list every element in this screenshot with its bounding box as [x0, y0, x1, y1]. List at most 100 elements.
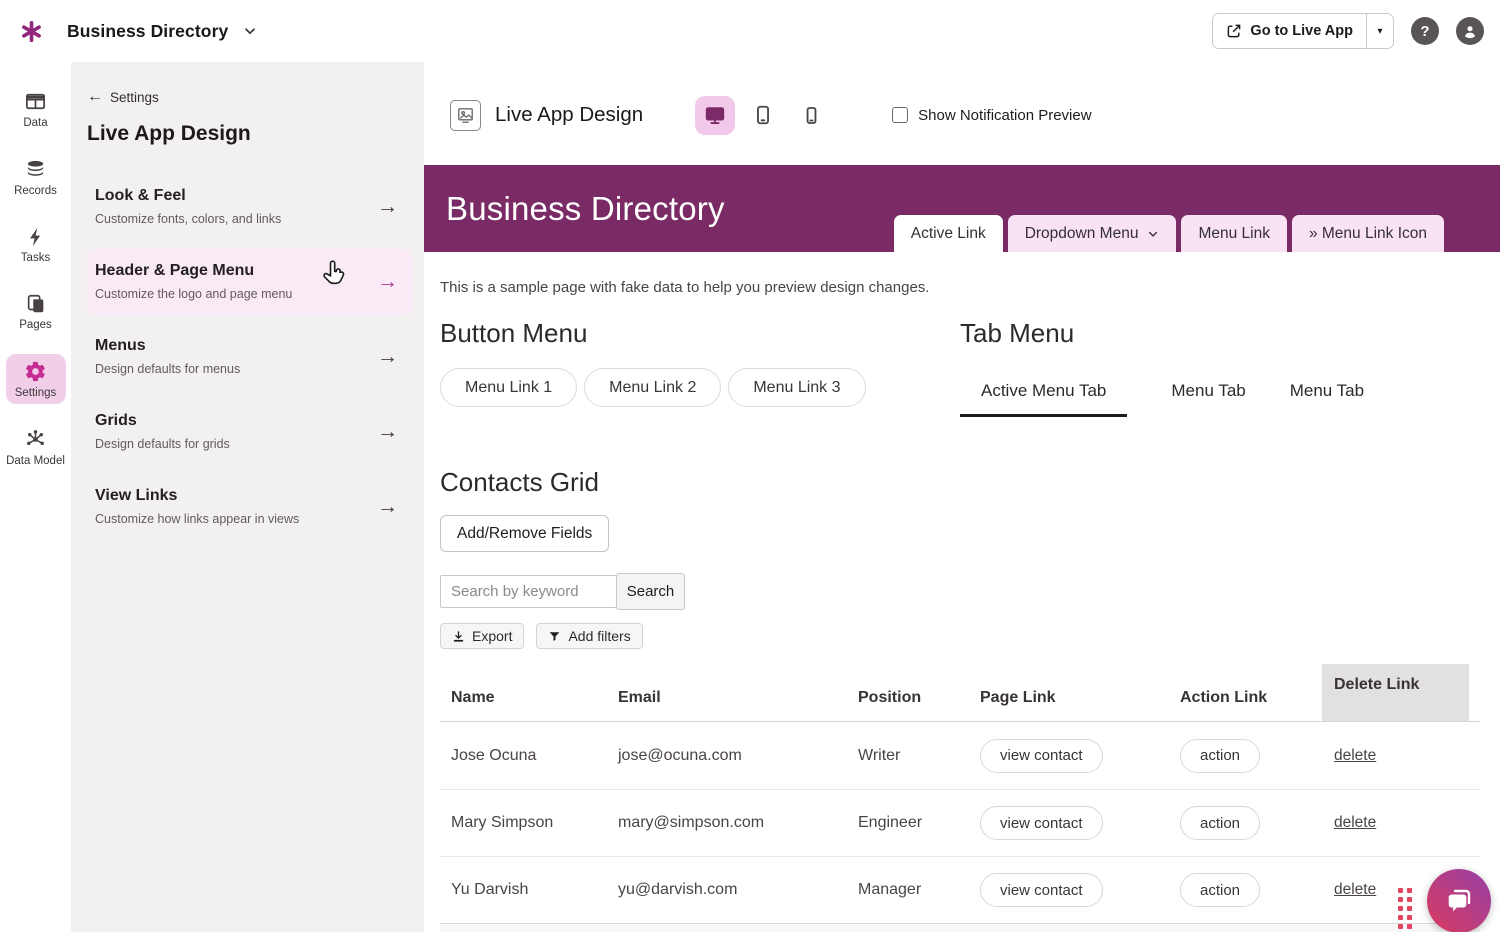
cell-name: Yu Darvish [440, 881, 618, 899]
panel-item-title: Header & Page Menu [95, 262, 292, 280]
delete-link[interactable]: delete [1334, 881, 1376, 898]
menu-link-3-button[interactable]: Menu Link 3 [728, 368, 865, 407]
sidebar-item-label: Settings [15, 387, 57, 399]
device-phone-button[interactable] [791, 96, 831, 135]
action-button[interactable]: action [1180, 806, 1260, 840]
sidebar-item-tasks[interactable]: Tasks [6, 220, 66, 269]
external-link-icon [1226, 23, 1242, 39]
panel-item-header-page-menu[interactable]: Header & Page Menu Customize the logo an… [87, 249, 412, 315]
widget-drag-handle[interactable] [1398, 888, 1412, 929]
sidebar-item-pages[interactable]: Pages [6, 287, 66, 336]
cell-name: Jose Ocuna [440, 747, 618, 765]
menu-link-2-button[interactable]: Menu Link 2 [584, 368, 721, 407]
preview-tab-menu-link-icon[interactable]: » Menu Link Icon [1292, 215, 1444, 252]
panel-item-look-and-feel[interactable]: Look & Feel Customize fonts, colors, and… [87, 174, 412, 240]
panel-item-menus[interactable]: Menus Design defaults for menus → [87, 324, 412, 390]
cell-position: Manager [858, 881, 980, 899]
tab-menu-title: Tab Menu [960, 318, 1408, 349]
export-label: Export [472, 628, 512, 644]
filter-icon [548, 630, 561, 643]
sidebar-item-data[interactable]: Data [6, 84, 66, 134]
menu-tab[interactable]: Menu Tab [1290, 381, 1364, 417]
panel-item-subtitle: Design defaults for menus [95, 362, 240, 376]
preview-image-icon [450, 100, 481, 131]
panel-item-subtitle: Customize fonts, colors, and links [95, 212, 281, 226]
chat-widget-button[interactable] [1427, 869, 1491, 932]
column-header-email: Email [618, 664, 858, 721]
preview-tab-active-link[interactable]: Active Link [894, 215, 1003, 252]
panel-item-subtitle: Customize the logo and page menu [95, 287, 292, 301]
panel-title: Live App Design [87, 122, 412, 146]
gear-icon [24, 360, 47, 383]
main-header: Live App Design Show Notification Previe… [450, 94, 1500, 136]
action-button[interactable]: action [1180, 739, 1260, 773]
export-button[interactable]: Export [440, 623, 524, 649]
preview-tab-menu-link[interactable]: Menu Link [1181, 215, 1287, 252]
main-header-title: Live App Design [495, 103, 643, 127]
panel-item-title: Grids [95, 412, 230, 430]
arrow-right-icon: → [377, 421, 398, 442]
notification-preview-checkbox[interactable] [892, 107, 908, 123]
show-notification-preview-toggle[interactable]: Show Notification Preview [892, 107, 1091, 124]
cell-email: mary@simpson.com [618, 814, 858, 832]
chevron-down-icon [243, 24, 257, 38]
device-toggle-group [695, 96, 831, 135]
sidebar-item-label: Tasks [21, 252, 50, 264]
data-model-icon [24, 428, 47, 451]
sidebar-item-data-model[interactable]: Data Model [6, 422, 66, 472]
panel-item-grids[interactable]: Grids Design defaults for grids → [87, 399, 412, 465]
active-menu-tab[interactable]: Active Menu Tab [960, 381, 1127, 417]
add-filters-label: Add filters [568, 628, 630, 644]
panel-item-title: Menus [95, 337, 240, 355]
settings-panel: ← Settings Live App Design Look & Feel C… [71, 62, 424, 932]
device-tablet-button[interactable] [743, 96, 783, 135]
account-button[interactable] [1456, 17, 1484, 45]
preview-app-title: Business Directory [446, 190, 725, 228]
preview-tab-dropdown-menu[interactable]: Dropdown Menu [1008, 215, 1177, 252]
help-button[interactable]: ? [1411, 17, 1439, 45]
go-to-live-app-label: Go to Live App [1250, 23, 1353, 39]
preview-app-header: Business Directory Active Link Dropdown … [424, 165, 1500, 252]
table-header-row: Name Email Position Page Link Action Lin… [440, 664, 1480, 722]
panel-item-view-links[interactable]: View Links Customize how links appear in… [87, 474, 412, 540]
sidebar-item-settings[interactable]: Settings [6, 354, 66, 404]
contacts-grid-title: Contacts Grid [440, 467, 1500, 498]
go-to-live-app-button[interactable]: Go to Live App [1213, 14, 1366, 48]
back-to-settings-link[interactable]: ← Settings [87, 88, 412, 106]
view-contact-button[interactable]: view contact [980, 739, 1103, 773]
add-remove-fields-button[interactable]: Add/Remove Fields [440, 515, 609, 552]
view-contact-button[interactable]: view contact [980, 873, 1103, 907]
arrow-right-icon: → [377, 196, 398, 217]
go-to-live-app-caret-button[interactable]: ▾ [1366, 14, 1393, 48]
cell-position: Writer [858, 747, 980, 765]
menu-tab[interactable]: Menu Tab [1171, 381, 1245, 417]
main-area: Live App Design Show Notification Previe… [424, 62, 1500, 932]
delete-link[interactable]: delete [1334, 747, 1376, 764]
database-icon [24, 158, 47, 181]
cell-position: Engineer [858, 814, 980, 832]
sidebar-item-label: Data [23, 117, 47, 129]
view-contact-button[interactable]: view contact [980, 806, 1103, 840]
search-button[interactable]: Search [616, 573, 685, 610]
arrow-right-icon: → [377, 346, 398, 367]
sidebar-item-records[interactable]: Records [6, 152, 66, 202]
panel-item-title: View Links [95, 487, 299, 505]
phone-icon [802, 106, 821, 125]
tablet-icon [752, 104, 774, 126]
notification-preview-label: Show Notification Preview [918, 107, 1091, 124]
app-name: Business Directory [67, 21, 228, 42]
topbar: Business Directory Go to Live App ▾ ? [0, 0, 1500, 62]
search-input[interactable] [440, 575, 617, 608]
add-filters-button[interactable]: Add filters [536, 623, 642, 649]
preview-header-menu: Active Link Dropdown Menu Menu Link » Me… [894, 215, 1444, 252]
question-mark-icon: ? [1420, 23, 1429, 40]
panel-item-subtitle: Customize how links appear in views [95, 512, 299, 526]
delete-link[interactable]: delete [1334, 814, 1376, 831]
device-desktop-button[interactable] [695, 96, 735, 135]
app-switcher[interactable]: Business Directory [67, 21, 257, 42]
button-menu-title: Button Menu [440, 318, 960, 349]
menu-link-1-button[interactable]: Menu Link 1 [440, 368, 577, 407]
chevron-down-icon [1147, 228, 1159, 240]
tab-menu: Active Menu Tab Menu Tab Menu Tab [960, 381, 1408, 417]
action-button[interactable]: action [1180, 873, 1260, 907]
